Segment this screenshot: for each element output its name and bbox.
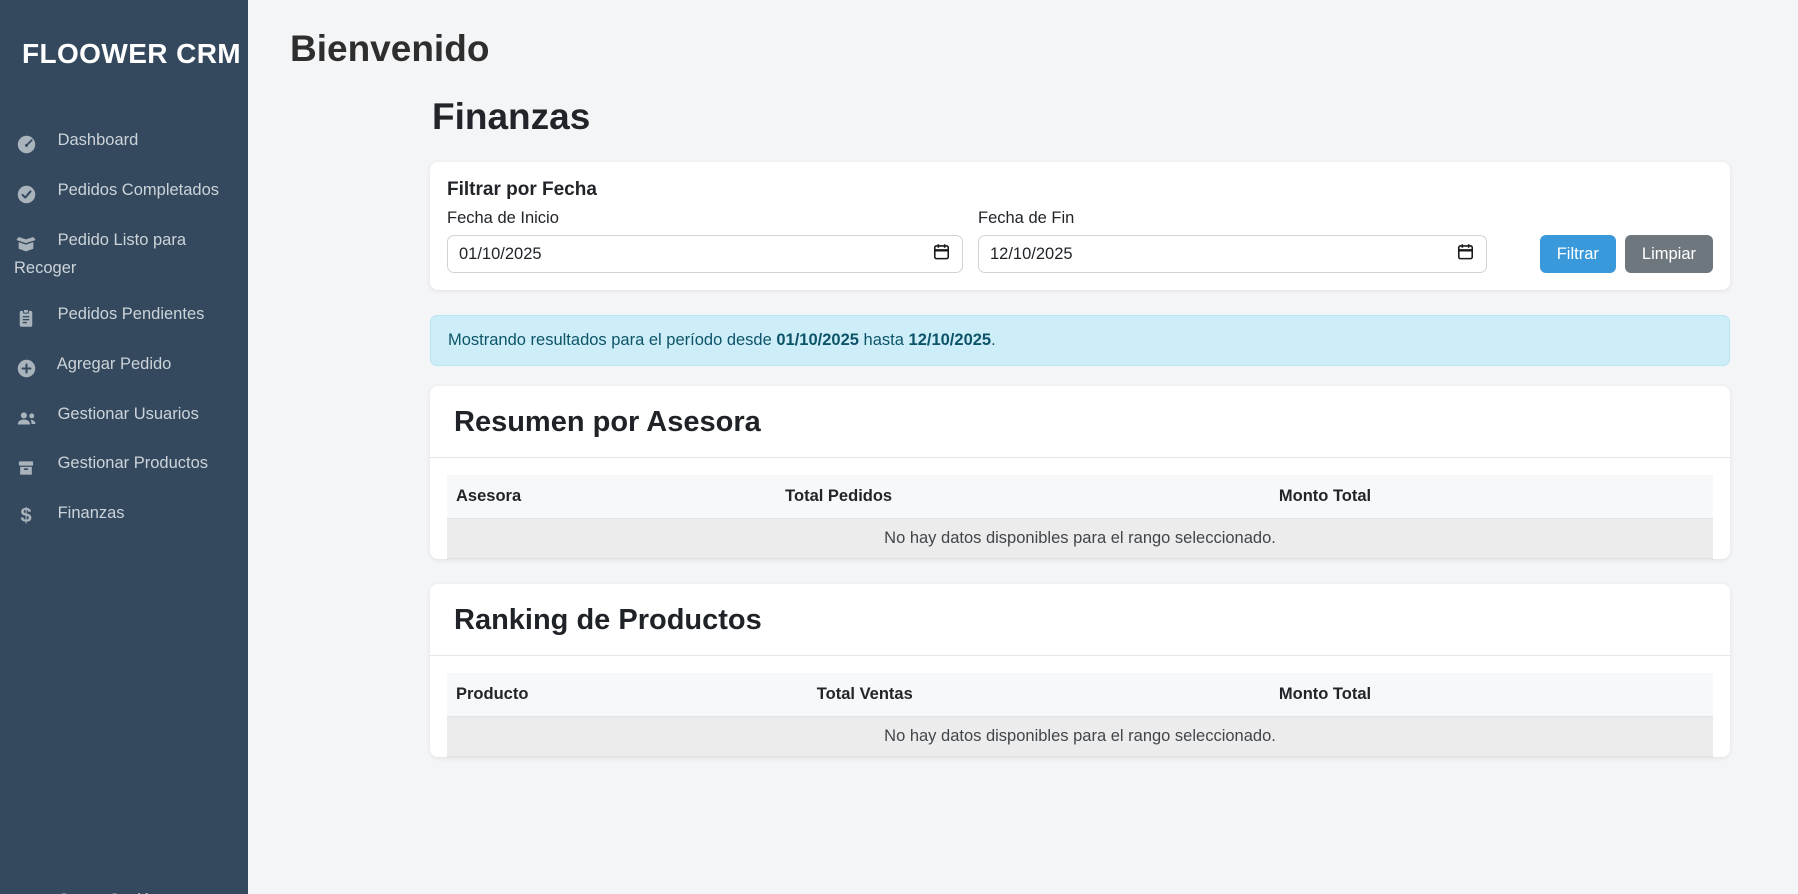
check-circle-icon xyxy=(14,183,38,207)
divider xyxy=(430,655,1730,656)
advisors-col-monto-total: Monto Total xyxy=(1270,475,1713,519)
advisors-card-title: Resumen por Asesora xyxy=(454,406,1706,439)
advisors-table: Asesora Total Pedidos Monto Total No hay… xyxy=(447,475,1713,559)
products-ranking-card: Ranking de Productos Producto Total Vent… xyxy=(430,584,1730,757)
advisors-empty-message: No hay datos disponibles para el rango s… xyxy=(447,519,1713,559)
products-table-wrap: Producto Total Ventas Monto Total No hay… xyxy=(447,673,1713,757)
start-date-field xyxy=(447,235,963,273)
users-icon xyxy=(14,407,38,431)
sidebar-item-finanzas[interactable]: $ Finanzas xyxy=(0,491,248,542)
sidebar-item-label: Gestionar Productos xyxy=(58,454,208,472)
sidebar-item-label: Pedido Listo para Recoger xyxy=(14,231,186,277)
table-row: No hay datos disponibles para el rango s… xyxy=(447,717,1713,757)
sidebar-item-label: Agregar Pedido xyxy=(57,355,172,373)
dollar-icon: $ xyxy=(14,502,38,531)
table-row: No hay datos disponibles para el rango s… xyxy=(447,519,1713,559)
finanzas-page: Finanzas Filtrar por Fecha Fecha de Inic… xyxy=(430,96,1730,757)
box-open-icon xyxy=(14,233,38,257)
advisors-table-wrap: Asesora Total Pedidos Monto Total No hay… xyxy=(447,475,1713,559)
products-col-monto-total: Monto Total xyxy=(1270,673,1713,717)
start-date-label: Fecha de Inicio xyxy=(447,209,963,228)
filter-card-title: Filtrar por Fecha xyxy=(447,179,1713,201)
products-header-row: Producto Total Ventas Monto Total xyxy=(447,673,1713,717)
end-date-label: Fecha de Fin xyxy=(978,209,1487,228)
products-card-title: Ranking de Productos xyxy=(454,604,1706,637)
end-date-input[interactable] xyxy=(990,245,1456,264)
advisors-header-row: Asesora Total Pedidos Monto Total xyxy=(447,475,1713,519)
products-col-producto: Producto xyxy=(447,673,808,717)
sidebar-item-pedidos-completados[interactable]: Pedidos Completados xyxy=(0,168,248,218)
sidebar-item-dashboard[interactable]: Dashboard xyxy=(0,118,248,168)
sidebar-item-pedidos-pendientes[interactable]: Pedidos Pendientes xyxy=(0,292,248,342)
calendar-icon[interactable] xyxy=(1456,242,1475,266)
archive-box-icon xyxy=(14,456,38,480)
calendar-icon[interactable] xyxy=(932,242,951,266)
products-empty-message: No hay datos disponibles para el rango s… xyxy=(447,717,1713,757)
sidebar-nav: Dashboard Pedidos Completados Pedido Lis… xyxy=(0,118,248,542)
advisors-summary-card: Resumen por Asesora Asesora Total Pedido… xyxy=(430,386,1730,559)
clear-button[interactable]: Limpiar xyxy=(1625,235,1713,273)
welcome-heading: Bienvenido xyxy=(248,0,1798,70)
alert-start-date: 01/10/2025 xyxy=(776,331,859,349)
sidebar-item-pedido-listo[interactable]: Pedido Listo para Recoger xyxy=(0,218,248,292)
divider xyxy=(430,457,1730,458)
advisors-col-total-pedidos: Total Pedidos xyxy=(776,475,1270,519)
sidebar-item-gestionar-usuarios[interactable]: Gestionar Usuarios xyxy=(0,392,248,442)
app-title: FLOOWER CRM xyxy=(0,0,248,70)
products-col-total-ventas: Total Ventas xyxy=(808,673,1270,717)
advisors-card-header: Resumen por Asesora xyxy=(430,386,1730,457)
sidebar-item-label: Gestionar Usuarios xyxy=(58,405,199,423)
sidebar-item-agregar-pedido[interactable]: Agregar Pedido xyxy=(0,342,248,392)
sidebar: FLOOWER CRM Dashboard Pedidos Completado… xyxy=(0,0,248,894)
sidebar-item-label: Dashboard xyxy=(58,131,139,149)
end-date-group: Fecha de Fin xyxy=(978,209,1487,273)
advisors-col-asesora: Asesora xyxy=(447,475,776,519)
alert-end-date: 12/10/2025 xyxy=(909,331,992,349)
plus-circle-icon xyxy=(14,357,38,381)
end-date-field xyxy=(978,235,1487,273)
results-info-alert: Mostrando resultados para el período des… xyxy=(430,315,1730,366)
alert-text: . xyxy=(991,331,996,349)
sidebar-item-label: Pedidos Pendientes xyxy=(58,305,205,323)
sidebar-item-label: Pedidos Completados xyxy=(58,181,219,199)
sidebar-item-gestionar-productos[interactable]: Gestionar Productos xyxy=(0,441,248,491)
start-date-input[interactable] xyxy=(459,245,932,264)
alert-text: Mostrando resultados para el período des… xyxy=(448,331,776,349)
products-card-header: Ranking de Productos xyxy=(430,584,1730,655)
filter-buttons: Filtrar Limpiar xyxy=(1540,235,1713,273)
page-title: Finanzas xyxy=(432,96,1730,138)
clipboard-icon xyxy=(14,307,38,331)
tachometer-icon xyxy=(14,133,38,157)
filter-controls-row: Fecha de Inicio Fecha de Fin Filtrar L xyxy=(447,209,1713,273)
filter-button[interactable]: Filtrar xyxy=(1540,235,1616,273)
date-filter-card: Filtrar por Fecha Fecha de Inicio Fecha … xyxy=(430,162,1730,290)
sidebar-item-logout[interactable]: Cerrar Sesión xyxy=(0,878,248,894)
products-table: Producto Total Ventas Monto Total No hay… xyxy=(447,673,1713,757)
main-content: Bienvenido Finanzas Filtrar por Fecha Fe… xyxy=(248,0,1798,894)
start-date-group: Fecha de Inicio xyxy=(447,209,963,273)
alert-text: hasta xyxy=(859,331,909,349)
sidebar-item-label: Finanzas xyxy=(58,504,125,522)
